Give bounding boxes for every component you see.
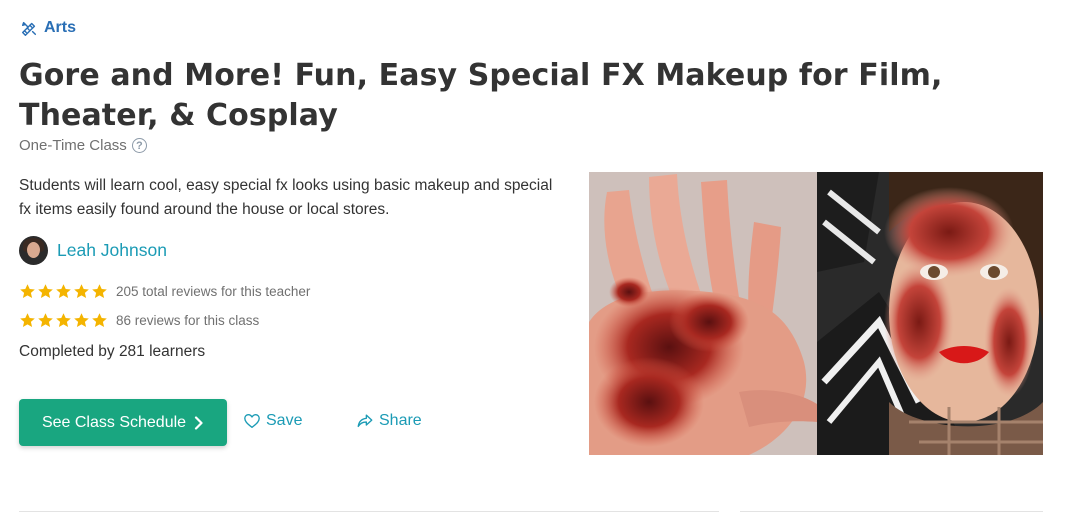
class-type-label: One-Time Class: [19, 137, 127, 154]
completed-count: Completed by 281 learners: [19, 343, 206, 360]
brush-ruler-icon: [21, 21, 37, 36]
star-icon: [74, 284, 89, 298]
page-title: Gore and More! Fun, Easy Special FX Make…: [19, 58, 943, 133]
class-reviews-link[interactable]: 86 reviews for this class: [116, 313, 259, 328]
special-fx-makeup-photo: [589, 172, 1043, 455]
cta-label: See Class Schedule: [41, 413, 187, 431]
avatar[interactable]: [19, 236, 48, 265]
share-button[interactable]: Share: [356, 412, 422, 430]
class-page: Arts Gore and More! Fun, Easy Special FX…: [0, 0, 1077, 514]
see-class-schedule-button[interactable]: See Class Schedule: [19, 399, 227, 446]
heart-outline-icon: [244, 414, 260, 428]
teacher-reviews-link[interactable]: 205 total reviews for this teacher: [116, 284, 310, 299]
star-icon: [56, 313, 71, 327]
star-icon: [38, 284, 53, 298]
section-divider: [19, 511, 719, 512]
save-button[interactable]: Save: [243, 412, 302, 430]
star-icon: [92, 284, 107, 298]
class-rating: 86 reviews for this class: [19, 312, 259, 329]
category-link[interactable]: Arts: [20, 19, 76, 37]
save-label: Save: [266, 412, 303, 429]
category-label: Arts: [44, 19, 77, 36]
teacher-name-link[interactable]: Leah Johnson: [57, 240, 167, 261]
star-rating: [19, 283, 108, 300]
star-icon: [20, 313, 35, 327]
teacher-rating: 205 total reviews for this teacher: [19, 283, 310, 300]
teacher-info: Leah Johnson: [19, 236, 167, 265]
star-icon: [56, 284, 71, 298]
star-rating: [19, 312, 108, 329]
star-icon: [20, 284, 35, 298]
share-label: Share: [379, 412, 422, 429]
question-circle-icon[interactable]: ?: [131, 138, 147, 153]
star-icon: [92, 313, 107, 327]
class-summary: Students will learn cool, easy special f…: [19, 177, 553, 218]
class-type: One-Time Class ?: [19, 137, 147, 154]
share-arrow-icon: [357, 414, 373, 428]
section-divider: [740, 511, 1043, 512]
star-icon: [38, 313, 53, 327]
chevron-right-icon: [194, 415, 203, 430]
star-icon: [74, 313, 89, 327]
class-hero-image: [589, 172, 1043, 455]
